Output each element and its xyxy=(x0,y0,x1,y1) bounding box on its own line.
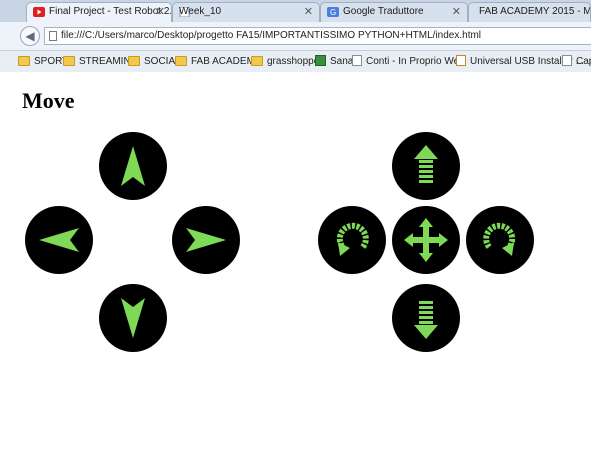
address-url: file:///C:/Users/marco/Desktop/progetto … xyxy=(61,30,482,41)
move-up-button[interactable] xyxy=(99,132,167,200)
bookmark-label: Cap xyxy=(576,56,591,67)
page-content: Move xyxy=(0,72,591,472)
arrow-left-icon xyxy=(39,228,79,252)
folder-icon xyxy=(18,56,30,66)
page-icon xyxy=(352,55,362,66)
tab-label: Google Traduttore xyxy=(343,6,424,17)
arrow-down-icon xyxy=(121,298,145,338)
bookmark-label: Conti - In Proprio Web xyxy=(366,56,465,67)
youtube-icon xyxy=(33,7,45,17)
address-bar[interactable]: file:///C:/Users/marco/Desktop/progetto … xyxy=(44,27,591,45)
rotate-left-button[interactable] xyxy=(318,206,386,274)
page-icon xyxy=(562,55,572,66)
move-down-button[interactable] xyxy=(99,284,167,352)
tab-close-icon[interactable]: ✕ xyxy=(452,3,461,21)
move-cross-icon xyxy=(404,218,448,262)
google-translate-icon: G xyxy=(327,7,339,17)
arrow-up-icon xyxy=(121,146,145,186)
usb-icon xyxy=(456,55,466,66)
tab-close-icon[interactable]: ✕ xyxy=(304,3,313,21)
tab-label: Final Project - Test Robot 2... xyxy=(49,6,172,17)
forward-button[interactable] xyxy=(392,132,460,200)
bookmark-sana[interactable]: Sana xyxy=(315,54,353,69)
svg-text:G: G xyxy=(330,8,336,17)
bookmark-fab-academy[interactable]: FAB ACADEMY xyxy=(175,54,262,69)
tab-label: Week_10 xyxy=(179,6,222,17)
tab-close-icon[interactable]: ✕ xyxy=(156,3,165,21)
move-right-button[interactable] xyxy=(172,206,240,274)
bookmark-grasshopper[interactable]: grasshopper xyxy=(251,54,323,69)
move-left-button[interactable] xyxy=(25,206,93,274)
bookmark-social[interactable]: SOCIAL xyxy=(128,54,181,69)
tab-label: FAB ACADEMY 2015 - MARCO xyxy=(479,6,591,17)
navigation-bar: ◀ file:///C:/Users/marco/Desktop/progett… xyxy=(0,22,591,51)
tab-week10[interactable]: Week_10 ✕ xyxy=(172,2,320,22)
folder-icon xyxy=(128,56,140,66)
back-button[interactable]: ◀ xyxy=(20,26,40,46)
backward-button[interactable] xyxy=(392,284,460,352)
tab-bar: Final Project - Test Robot 2... ✕ Week_1… xyxy=(0,0,591,22)
bookmark-sport[interactable]: SPORT xyxy=(18,54,68,69)
file-icon xyxy=(49,31,57,41)
arrow-down-striped-icon xyxy=(414,301,438,339)
tab-google-traduttore[interactable]: G Google Traduttore ✕ xyxy=(320,2,468,22)
back-arrow-icon: ◀ xyxy=(25,29,35,43)
arrow-up-striped-icon xyxy=(414,145,438,183)
sana-icon xyxy=(315,55,326,66)
tab-fab-academy[interactable]: FAB ACADEMY 2015 - MARCO xyxy=(468,2,591,22)
folder-icon xyxy=(175,56,187,66)
tab-final-project[interactable]: Final Project - Test Robot 2... ✕ xyxy=(26,2,172,22)
bookmark-cap[interactable]: Cap xyxy=(562,54,591,69)
rotate-right-icon xyxy=(483,222,516,256)
browser-chrome: Final Project - Test Robot 2... ✕ Week_1… xyxy=(0,0,591,73)
folder-icon xyxy=(63,56,75,66)
bookmarks-bar: SPORT STREAMING SOCIAL FAB ACADEMY grass… xyxy=(0,51,591,73)
rotate-left-icon xyxy=(336,222,369,256)
rotate-right-button[interactable] xyxy=(466,206,534,274)
arrow-right-icon xyxy=(186,228,226,252)
page-title: Move xyxy=(22,88,75,113)
bookmark-label: Sana xyxy=(330,56,354,67)
folder-icon xyxy=(251,56,263,66)
bookmark-conti[interactable]: Conti - In Proprio Web xyxy=(352,54,465,69)
center-move-button[interactable] xyxy=(392,206,460,274)
